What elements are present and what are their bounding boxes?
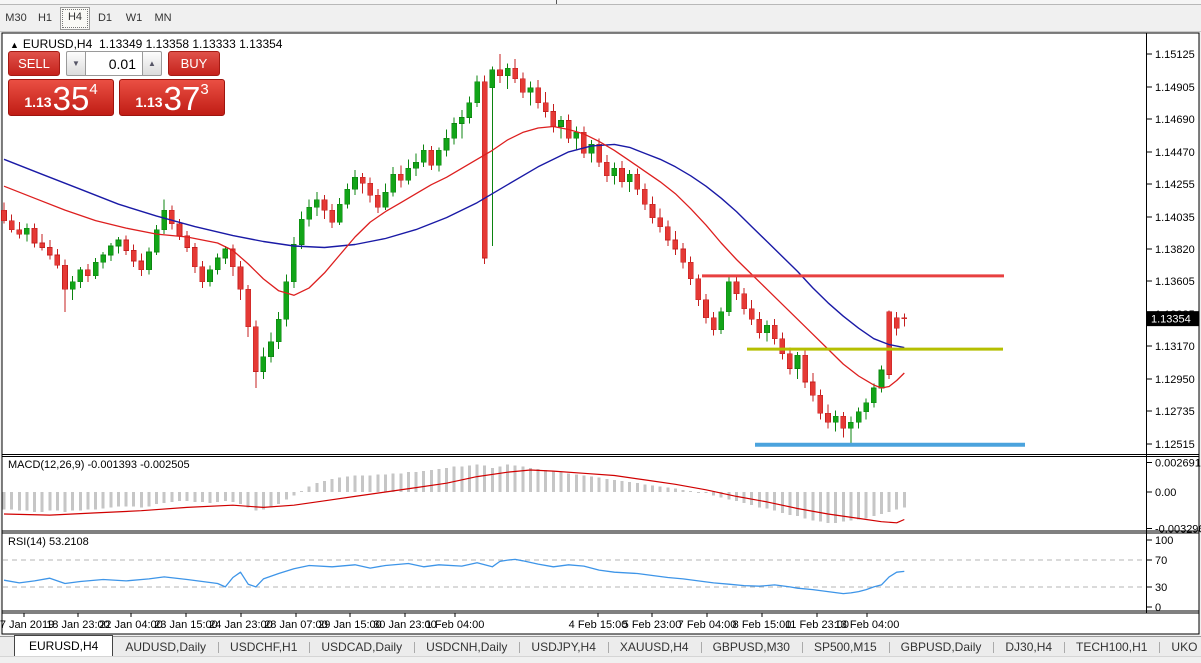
chart-tab-usdcnh-daily[interactable]: USDCNH,Daily xyxy=(414,638,519,657)
svg-text:1.13820: 1.13820 xyxy=(1155,244,1195,256)
chart-tab-bar: EURUSD,H4AUDUSD,DailyUSDCHF,H1USDCAD,Dai… xyxy=(0,636,1201,657)
one-click-trading-panel: SELL ▼ ▲ BUY 1.13 35 4 1.13 37 3 xyxy=(8,51,228,116)
svg-text:8 Feb 15:00: 8 Feb 15:00 xyxy=(733,619,792,631)
chart-tab-gbpusd-m30[interactable]: GBPUSD,M30 xyxy=(701,638,802,657)
sell-button[interactable]: SELL xyxy=(8,51,60,76)
sell-price-prefix: 1.13 xyxy=(24,94,51,110)
chart-tab-audusd-daily[interactable]: AUDUSD,Daily xyxy=(113,638,218,657)
svg-text:100: 100 xyxy=(1155,535,1173,547)
svg-text:7 Feb 04:00: 7 Feb 04:00 xyxy=(678,619,737,631)
chart-tab-gbpusd-daily[interactable]: GBPUSD,Daily xyxy=(889,638,994,657)
volume-increase-button[interactable]: ▲ xyxy=(142,51,162,76)
svg-text:1.12735: 1.12735 xyxy=(1155,406,1195,418)
buy-price-prefix: 1.13 xyxy=(135,94,162,110)
sell-price-big: 35 xyxy=(53,86,90,112)
svg-text:70: 70 xyxy=(1155,555,1167,567)
svg-text:1.14470: 1.14470 xyxy=(1155,147,1195,159)
chart-tab-usdchf-h1[interactable]: USDCHF,H1 xyxy=(218,638,309,657)
chart-symbol: EURUSD,H4 xyxy=(23,37,92,51)
chart-tab-usdcad-daily[interactable]: USDCAD,Daily xyxy=(309,638,414,657)
mt4-window: M30H1H4D1W1MN 1.151251.149051.146901.144… xyxy=(0,0,1201,663)
svg-text:1.12950: 1.12950 xyxy=(1155,374,1195,386)
chart-title: ▲ EURUSD,H4 1.13349 1.13358 1.13333 1.133… xyxy=(10,37,282,51)
svg-text:1.12515: 1.12515 xyxy=(1155,439,1195,451)
chart-ohlc-values: 1.13349 1.13358 1.13333 1.13354 xyxy=(99,37,283,51)
macd-indicator-label: MACD(12,26,9) -0.001393 -0.002505 xyxy=(8,459,190,471)
status-strip xyxy=(0,656,1201,663)
chart-area: 1.15125 1.14905 1.14690 1.14470 1.14255 1.140… xyxy=(2,33,1199,634)
chart-tab-tech100-h1[interactable]: TECH100,H1 xyxy=(1064,638,1159,657)
buy-price-pip: 3 xyxy=(200,84,208,96)
sell-price-box[interactable]: 1.13 35 4 xyxy=(8,79,114,116)
svg-text:1.14690: 1.14690 xyxy=(1155,114,1195,126)
macd-values: -0.001393 -0.002505 xyxy=(87,459,189,471)
chevron-down-icon: ▼ xyxy=(72,59,80,68)
symbol-arrow-icon: ▲ xyxy=(10,40,19,50)
chart-tab-usdjpy-h4[interactable]: USDJPY,H4 xyxy=(519,638,607,657)
svg-text:1.14255: 1.14255 xyxy=(1155,179,1195,191)
chevron-up-icon: ▲ xyxy=(148,59,156,68)
svg-text:1 Feb 04:00: 1 Feb 04:00 xyxy=(426,619,485,631)
svg-text:1.15125: 1.15125 xyxy=(1155,49,1195,61)
chart-tab-sp500-m15[interactable]: SP500,M15 xyxy=(802,638,889,657)
rsi-indicator-label: RSI(14) 53.2108 xyxy=(8,536,89,548)
svg-text:0: 0 xyxy=(1155,602,1161,614)
svg-text:1.13170: 1.13170 xyxy=(1155,341,1195,353)
sell-price-pip: 4 xyxy=(89,84,97,96)
svg-text:5 Feb 23:00: 5 Feb 23:00 xyxy=(623,619,682,631)
svg-text:30: 30 xyxy=(1155,582,1167,594)
svg-text:4 Feb 15:00: 4 Feb 15:00 xyxy=(569,619,628,631)
chart-tab-uko[interactable]: UKO xyxy=(1159,638,1201,657)
buy-price-big: 37 xyxy=(164,86,201,112)
buy-button[interactable]: BUY xyxy=(168,51,220,76)
chart-tab-eurusd-h4[interactable]: EURUSD,H4 xyxy=(14,635,113,657)
volume-input[interactable] xyxy=(86,51,142,76)
buy-price-box[interactable]: 1.13 37 3 xyxy=(119,79,225,116)
chart-tab-dj30-h4[interactable]: DJ30,H4 xyxy=(993,638,1064,657)
svg-text:1.14905: 1.14905 xyxy=(1155,82,1195,94)
rsi-value: 53.2108 xyxy=(49,536,89,548)
volume-decrease-button[interactable]: ▼ xyxy=(66,51,86,76)
chart-tab-xauusd-h4[interactable]: XAUUSD,H4 xyxy=(608,638,701,657)
svg-text:-0.003296: -0.003296 xyxy=(1155,523,1201,535)
svg-text:0.00: 0.00 xyxy=(1155,487,1176,499)
svg-text:13 Feb 04:00: 13 Feb 04:00 xyxy=(835,619,900,631)
svg-text:0.002691: 0.002691 xyxy=(1155,457,1201,469)
svg-text:1.14035: 1.14035 xyxy=(1155,212,1195,224)
svg-text:1.13354: 1.13354 xyxy=(1151,314,1191,326)
svg-text:1.13605: 1.13605 xyxy=(1155,276,1195,288)
